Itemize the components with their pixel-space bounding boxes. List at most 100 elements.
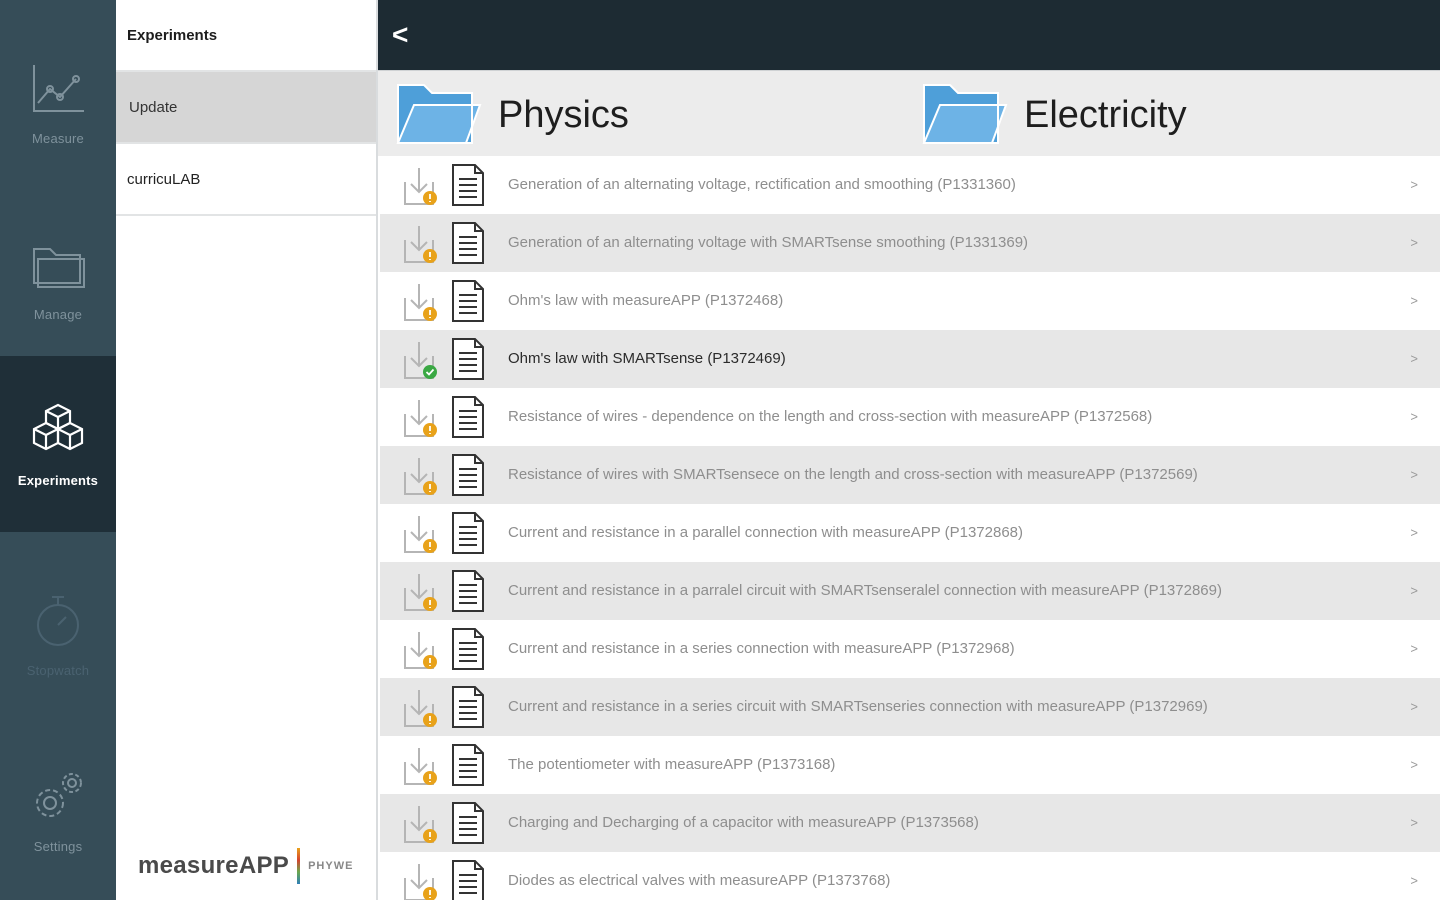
experiment-title: The potentiometer with measureAPP (P1373… [508, 756, 836, 773]
chevron-right-icon: > [1410, 757, 1418, 772]
check-badge-icon [423, 365, 437, 379]
menu-item-update[interactable]: Update [116, 72, 376, 144]
chevron-right-icon: > [1410, 641, 1418, 656]
brand-logo: measureAPP PHYWE [138, 848, 353, 884]
chevron-right-icon: > [1410, 467, 1418, 482]
document-icon [452, 222, 484, 264]
download-icon[interactable] [403, 804, 439, 844]
line-chart-icon [33, 64, 84, 112]
document-icon [452, 396, 484, 438]
experiment-title: Diodes as electrical valves with measure… [508, 872, 891, 889]
nav-stopwatch-label: Stopwatch [26, 662, 90, 678]
chevron-right-icon: > [1410, 815, 1418, 830]
brand-name: measureAPP [138, 852, 290, 879]
document-icon [452, 338, 484, 380]
document-icon [452, 570, 484, 612]
download-icon[interactable] [403, 630, 439, 670]
document-icon [452, 454, 484, 496]
menu-header: Experiments [116, 0, 376, 72]
nav-measure[interactable]: Measure [0, 14, 116, 190]
chevron-right-icon: > [1410, 873, 1418, 888]
experiment-title: Current and resistance in a series conne… [508, 640, 1015, 657]
breadcrumb-physics[interactable]: Physics [394, 77, 629, 153]
chevron-right-icon: > [1410, 235, 1418, 250]
experiment-row[interactable]: Generation of an alternating voltage wit… [380, 214, 1440, 272]
experiments-menu: Experiments Update curricuLAB measureAPP… [116, 0, 378, 900]
back-button[interactable]: < [392, 18, 426, 52]
experiment-row[interactable]: Current and resistance in a parallel con… [380, 504, 1440, 562]
document-icon [452, 512, 484, 554]
stopwatch-icon [37, 595, 79, 646]
download-icon[interactable] [403, 398, 439, 438]
experiment-row[interactable]: Diodes as electrical valves with measure… [380, 852, 1440, 900]
breadcrumb-physics-label: Physics [498, 93, 629, 136]
download-icon[interactable] [403, 224, 439, 264]
nav-settings[interactable]: Settings [0, 722, 116, 898]
breadcrumb-electricity-label: Electricity [1024, 93, 1187, 136]
chevron-right-icon: > [1410, 177, 1418, 192]
nav-experiments-label: Experiments [17, 472, 99, 488]
chevron-right-icon: > [1410, 409, 1418, 424]
experiment-row[interactable]: Ohm's law with SMARTsense (P1372469) > [380, 330, 1440, 388]
experiment-row[interactable]: Resistance of wires with SMARTsensece on… [380, 446, 1440, 504]
experiment-title: Ohm's law with measureAPP (P1372468) [508, 292, 784, 309]
experiment-title: Resistance of wires with SMARTsensece on… [508, 466, 1198, 483]
top-bar: < [378, 0, 1440, 70]
experiment-title: Current and resistance in a parallel con… [508, 524, 1024, 541]
download-icon[interactable] [403, 746, 439, 786]
chevron-right-icon: > [1410, 293, 1418, 308]
experiment-title: Charging and Decharging of a capacitor w… [508, 814, 979, 831]
nav-measure-label: Measure [32, 130, 84, 146]
folder-icon [33, 247, 85, 288]
folder-icon [922, 84, 1008, 144]
document-icon [452, 860, 484, 900]
chevron-right-icon: > [1410, 583, 1418, 598]
main-nav-rail: Measure Manage Experiments Stopwatch Set… [0, 0, 116, 900]
nav-manage[interactable]: Manage [0, 190, 116, 366]
download-icon[interactable] [403, 456, 439, 496]
download-icon[interactable] [403, 514, 439, 554]
experiment-title: Current and resistance in a series circu… [508, 698, 1208, 715]
experiment-title: Ohm's law with SMARTsense (P1372469) [508, 350, 786, 367]
download-icon[interactable] [403, 862, 439, 900]
chevron-right-icon: > [1410, 351, 1418, 366]
menu-item-curriculab[interactable]: curricuLAB [116, 144, 376, 216]
experiment-list: Generation of an alternating voltage, re… [380, 156, 1440, 900]
chevron-right-icon: > [1410, 699, 1418, 714]
brand-divider [297, 848, 301, 884]
folder-icon [396, 84, 482, 144]
cubes-icon [32, 403, 84, 450]
document-icon [452, 686, 484, 728]
gears-icon [36, 772, 82, 817]
download-icon[interactable] [403, 340, 439, 380]
document-icon [452, 628, 484, 670]
experiment-title: Resistance of wires - dependence on the … [508, 408, 1153, 425]
experiment-row[interactable]: Current and resistance in a series conne… [380, 620, 1440, 678]
download-icon[interactable] [403, 572, 439, 612]
nav-manage-label: Manage [33, 306, 83, 322]
download-icon[interactable] [403, 282, 439, 322]
breadcrumb: Physics Electricity [378, 70, 1440, 156]
experiment-row[interactable]: Current and resistance in a series circu… [380, 678, 1440, 736]
nav-experiments[interactable]: Experiments [0, 356, 116, 532]
experiment-title: Generation of an alternating voltage wit… [508, 234, 1029, 251]
brand-company: PHYWE [308, 860, 354, 872]
document-icon [452, 802, 484, 844]
experiment-title: Current and resistance in a parralel cir… [508, 582, 1222, 599]
experiment-row[interactable]: Resistance of wires - dependence on the … [380, 388, 1440, 446]
download-icon[interactable] [403, 688, 439, 728]
experiment-row[interactable]: The potentiometer with measureAPP (P1373… [380, 736, 1440, 794]
document-icon [452, 744, 484, 786]
experiment-title: Generation of an alternating voltage, re… [508, 176, 1016, 193]
document-icon [452, 164, 484, 206]
experiment-row[interactable]: Ohm's law with measureAPP (P1372468) > [380, 272, 1440, 330]
download-icon[interactable] [403, 166, 439, 206]
experiment-row[interactable]: Current and resistance in a parralel cir… [380, 562, 1440, 620]
breadcrumb-electricity[interactable]: Electricity [920, 77, 1187, 153]
nav-settings-label: Settings [33, 838, 83, 854]
experiment-row[interactable]: Generation of an alternating voltage, re… [380, 156, 1440, 214]
document-icon [452, 280, 484, 322]
nav-stopwatch[interactable]: Stopwatch [0, 546, 116, 722]
experiment-row[interactable]: Charging and Decharging of a capacitor w… [380, 794, 1440, 852]
chevron-right-icon: > [1410, 525, 1418, 540]
